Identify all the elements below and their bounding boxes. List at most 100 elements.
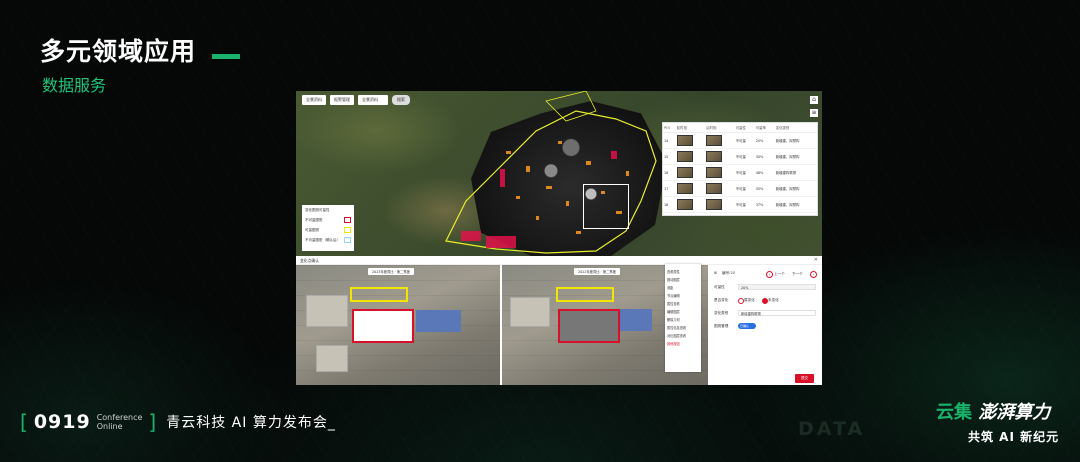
before-thumbnail[interactable] [676, 166, 693, 178]
col-header: 后时相 [705, 123, 735, 133]
radio-label: 是否变化 [714, 298, 729, 302]
change-type-select[interactable]: 新增建构筑物 [738, 310, 816, 316]
before-thumbnail[interactable] [676, 198, 693, 210]
dialog-header: 变化点确认 ✕ [296, 256, 822, 265]
cell-poi: 15 [663, 148, 676, 165]
before-thumbnail[interactable] [676, 134, 693, 146]
menu-item[interactable]: 查看属性 [667, 269, 699, 274]
map-legend: 变化图斑可量性 不可量图斑 可量图斑 不可量图斑（确认后） [302, 205, 354, 251]
menu-item[interactable]: 节点编辑 [667, 293, 699, 298]
toggle-label: 图斑管理 [714, 324, 729, 328]
legend-item[interactable]: 不可量图斑 [305, 217, 351, 223]
cell-type: 新增建、拟预构 [774, 196, 817, 213]
after-thumbnail[interactable] [706, 198, 723, 210]
search-button[interactable]: 搜索 [392, 95, 410, 105]
close-icon[interactable]: ✕ [814, 257, 818, 263]
field-label: 可量性 [714, 285, 725, 289]
legend-swatch-blue [344, 237, 351, 243]
ratio-field[interactable]: 20% [738, 284, 816, 290]
red-change-box[interactable] [558, 309, 620, 343]
table-row[interactable]: 15 不可量 30% 新增建、拟预构 [663, 148, 817, 165]
table-row[interactable]: 14 不可量 20% 新增建、拟预构 [663, 132, 817, 149]
col-header: 变化类别 [774, 123, 817, 133]
cell-ratio: 35% [754, 180, 775, 197]
after-period-select[interactable]: 2022年度同比 · 第二季度 [574, 268, 620, 275]
radio-row: 是否变化 属变化 未变化 [714, 295, 816, 308]
legend-item[interactable]: 可量图斑 [305, 227, 351, 233]
menu-item[interactable]: 编辑图层 [667, 309, 699, 314]
menu-item-danger[interactable]: 其他按钮 [667, 341, 699, 346]
before-thumbnail[interactable] [676, 150, 693, 162]
cell-poi: 16 [663, 164, 676, 181]
event-name: 青云科技 AI 算力发布会_ [166, 415, 336, 431]
cell-status: 不可量 [734, 196, 755, 213]
building [316, 345, 348, 372]
table-row[interactable]: 17 不可量 35% 新增建、拟预构 [663, 180, 817, 197]
cell-status: 不可量 [734, 148, 755, 165]
area-select[interactable]: 全景资料 [358, 95, 388, 105]
toolbar-item-alarms[interactable]: 报警管理 [330, 95, 354, 105]
context-menu: 查看属性 推动图层 测距 节点编辑 属性查看 编辑图层 删除几何 属性信息查看 … [665, 264, 701, 372]
table-row[interactable]: 18 不可量 37% 新增建、拟预构 [663, 196, 817, 213]
building [306, 295, 348, 327]
panel-nav-row: ⊞ 编号:20 ‹ 上一个 下一个 › [714, 269, 817, 282]
after-thumbnail[interactable] [706, 150, 723, 162]
grid-icon: ⊞ [714, 271, 718, 275]
event-code: 0919 [33, 411, 91, 433]
next-icon[interactable]: › [810, 271, 817, 278]
selection-rectangle [583, 184, 629, 229]
before-image-pane[interactable]: 2023年度同比 · 第二季度 [296, 265, 500, 385]
building [510, 297, 550, 327]
confirm-toggle[interactable]: 已确认 [738, 323, 756, 329]
cell-type: 新增建、拟预构 [774, 148, 817, 165]
legend-item[interactable]: 不可量图斑（确认后） [305, 237, 351, 243]
before-thumbnail[interactable] [676, 182, 693, 194]
radio-option-label: 属变化 [744, 298, 755, 302]
menu-item[interactable]: 对比图层查看 [667, 333, 699, 338]
ghost-text: DATA [798, 418, 866, 440]
cell-ratio: 30% [754, 148, 775, 165]
table-row[interactable]: 16 不可量 48% 新增建构筑物 [663, 164, 817, 181]
field-row: 可量性 20% [714, 282, 816, 295]
submit-button[interactable]: 提交 [795, 374, 814, 383]
menu-item[interactable]: 属性信息查看 [667, 325, 699, 330]
yellow-change-box[interactable] [556, 287, 614, 302]
cell-poi: 18 [663, 196, 676, 213]
menu-item[interactable]: 属性查看 [667, 301, 699, 306]
change-confirm-dialog: 变化点确认 ✕ 2023年度同比 · 第二季度 2022年度同比 · 第二季度 … [296, 256, 822, 385]
cell-ratio: 37% [754, 196, 775, 213]
cell-type: 新增建构筑物 [774, 164, 817, 181]
before-period-select[interactable]: 2023年度同比 · 第二季度 [368, 268, 414, 275]
prev-button[interactable]: 上一个 [774, 272, 785, 277]
attribute-panel: ⊞ 编号:20 ‹ 上一个 下一个 › 可量性 20% 是否变化 属变化 未变化… [708, 265, 822, 385]
toolbar-item-panorama[interactable]: 全景资料 [302, 95, 326, 105]
satellite-map[interactable]: 全景资料 报警管理 全景资料 搜索 ⌂ ≡ POI 前时相 后时相 可量性 可量… [296, 91, 822, 256]
yellow-change-box[interactable] [350, 287, 408, 302]
after-thumbnail[interactable] [706, 134, 723, 146]
bracket-right: ] [148, 410, 157, 434]
col-header: 可量性 [734, 123, 755, 133]
prev-icon[interactable]: ‹ [766, 271, 773, 278]
home-icon[interactable]: ⌂ [810, 96, 818, 104]
legend-title: 变化图斑可量性 [305, 208, 330, 212]
red-change-box[interactable] [352, 309, 414, 343]
cell-type: 新增建、拟预构 [774, 180, 817, 197]
menu-item[interactable]: 删除几何 [667, 317, 699, 322]
map-toolbar: 全景资料 报警管理 全景资料 搜索 [302, 95, 410, 105]
cell-ratio: 20% [754, 132, 775, 149]
bracket-left: [ [20, 410, 28, 434]
after-thumbnail[interactable] [706, 166, 723, 178]
cell-status: 不可量 [734, 180, 755, 197]
menu-item[interactable]: 测距 [667, 285, 699, 290]
record-id: 编号:20 [722, 271, 735, 275]
radio-option-label: 未变化 [768, 298, 779, 302]
title-accent-bar [212, 54, 240, 59]
conference-label: Conference Online [96, 413, 143, 431]
menu-item[interactable]: 推动图层 [667, 277, 699, 282]
next-button[interactable]: 下一个 [792, 272, 803, 277]
layers-icon[interactable]: ≡ [810, 109, 818, 117]
col-header: 可量率 [754, 123, 775, 133]
app-screenshot: 全景资料 报警管理 全景资料 搜索 ⌂ ≡ POI 前时相 后时相 可量性 可量… [296, 91, 822, 385]
after-thumbnail[interactable] [706, 182, 723, 194]
event-footer: [ 0919 Conference Online ] 青云科技 AI 算力发布会… [20, 410, 336, 434]
